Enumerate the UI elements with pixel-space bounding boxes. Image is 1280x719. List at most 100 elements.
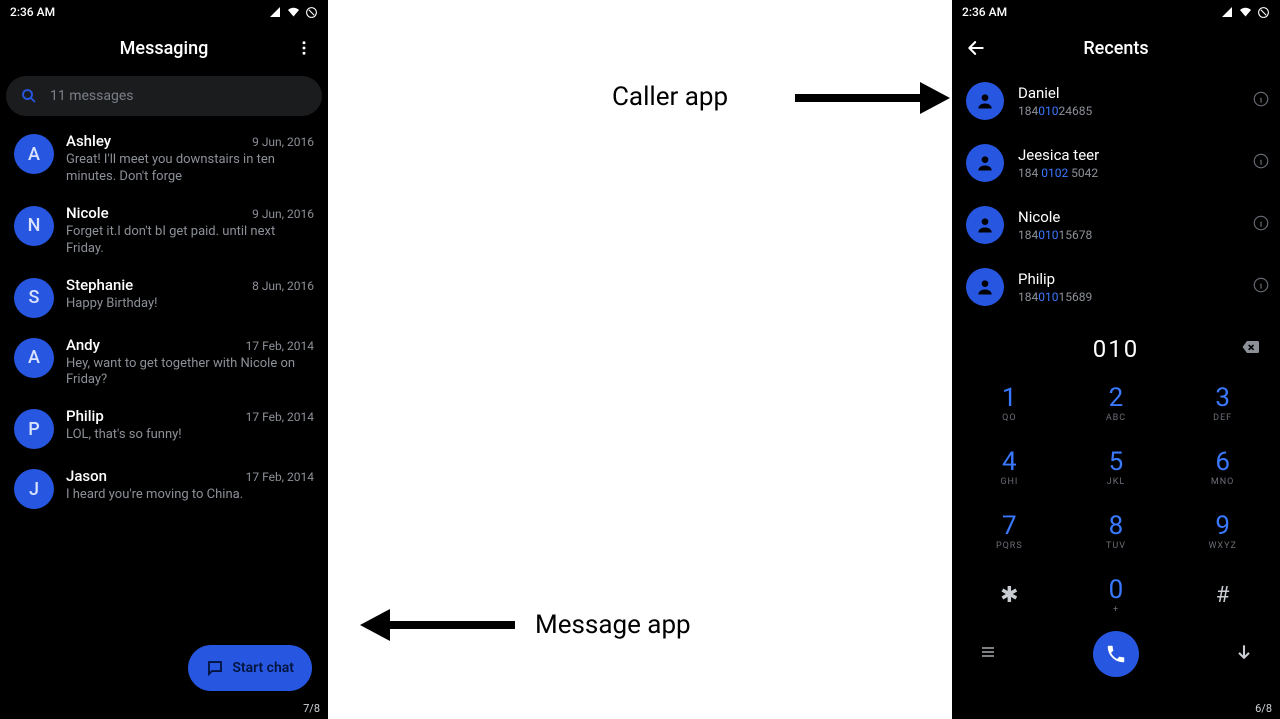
phone-icon <box>1105 643 1127 665</box>
status-icons <box>1220 6 1270 19</box>
key-letters: + <box>1113 605 1119 615</box>
caller-app-screenshot: 2:36 AM Recents Daniel18401024685 Jeesica… <box>952 0 1280 719</box>
messaging-app-bar: Messaging <box>0 24 328 72</box>
message-body: Nicole9 Jun, 2016Forget it.I don't bI ge… <box>66 204 314 258</box>
keypad-key-#[interactable]: # <box>1169 564 1276 628</box>
dialer-bottom-bar <box>952 628 1280 690</box>
message-date: 8 Jun, 2016 <box>252 279 314 293</box>
message-date: 17 Feb, 2014 <box>246 339 314 353</box>
key-digit: 5 <box>1109 449 1124 475</box>
contact-name: Philip <box>66 407 104 425</box>
arrow-back-icon <box>966 38 986 58</box>
contact-text: Philip 18401015689 <box>1018 270 1238 304</box>
key-letters: DEF <box>1213 413 1232 423</box>
avatar <box>966 206 1004 244</box>
recent-contact[interactable]: Philip 18401015689 <box>952 258 1280 320</box>
person-icon <box>975 153 995 173</box>
message-body: Stephanie8 Jun, 2016Happy Birthday! <box>66 276 314 313</box>
key-letters: TUV <box>1106 541 1126 551</box>
key-letters: JKL <box>1107 477 1125 487</box>
keypad-key-6[interactable]: 6MNO <box>1169 436 1276 500</box>
message-preview: Happy Birthday! <box>66 296 314 313</box>
caller-app-bar: Recents <box>952 24 1280 72</box>
keypad-key-9[interactable]: 9 WXYZ <box>1169 500 1276 564</box>
key-letters: WXYZ <box>1208 541 1236 551</box>
key-digit: # <box>1216 585 1230 607</box>
collapse-keypad-button[interactable] <box>1234 642 1254 666</box>
message-thread[interactable]: A Andy17 Feb, 2014Hey, want to get togeth… <box>0 328 328 400</box>
avatar: J <box>14 469 54 509</box>
message-thread[interactable]: NNicole9 Jun, 2016Forget it.I don't bI g… <box>0 196 328 268</box>
contact-number: 184 0102 5042 <box>1018 166 1238 180</box>
status-icons <box>268 6 318 19</box>
more-options-button[interactable] <box>288 32 320 64</box>
recent-contact[interactable]: Nicole18401015678 <box>952 196 1280 258</box>
key-letters: MNO <box>1211 477 1234 487</box>
backspace-icon <box>1238 338 1262 356</box>
contact-text: Jeesica teer 184 0102 5042 <box>1018 146 1238 180</box>
status-bar: 2:36 AM <box>0 0 328 24</box>
message-date: 9 Jun, 2016 <box>252 135 314 149</box>
more-vert-icon <box>295 39 313 57</box>
contact-number: 18401015678 <box>1018 228 1238 242</box>
recent-contact[interactable]: Jeesica teer 184 0102 5042 <box>952 134 1280 196</box>
info-icon <box>1252 152 1270 170</box>
keypad-key-✱[interactable]: ✱ <box>956 564 1063 628</box>
message-thread[interactable]: PPhilip17 Feb, 2014LOL, that's so funny! <box>0 399 328 459</box>
message-thread[interactable]: AAshley9 Jun, 2016Great! I'll meet you d… <box>0 124 328 196</box>
keypad-key-7[interactable]: 7PQRS <box>956 500 1063 564</box>
info-button[interactable] <box>1252 90 1270 112</box>
backspace-button[interactable] <box>1238 338 1262 360</box>
keypad-key-3[interactable]: 3 DEF <box>1169 372 1276 436</box>
key-digit: 3 <box>1215 385 1230 411</box>
message-date: 17 Feb, 2014 <box>246 470 314 484</box>
search-icon <box>20 87 38 105</box>
status-time: 2:36 AM <box>962 5 1007 19</box>
message-date: 9 Jun, 2016 <box>252 207 314 221</box>
contact-name: Jeesica teer <box>1018 146 1238 164</box>
call-button[interactable] <box>1093 631 1139 677</box>
search-input[interactable]: 11 messages <box>6 76 322 116</box>
key-digit: 2 <box>1109 385 1124 411</box>
key-digit: 8 <box>1109 513 1124 539</box>
key-digit: 9 <box>1215 513 1230 539</box>
keypad-key-1[interactable]: 1QO <box>956 372 1063 436</box>
message-thread[interactable]: SStephanie8 Jun, 2016Happy Birthday! <box>0 268 328 328</box>
key-digit: 7 <box>1002 513 1017 539</box>
key-digit: 4 <box>1002 449 1017 475</box>
start-chat-button[interactable]: Start chat <box>188 645 312 691</box>
contact-text: Daniel18401024685 <box>1018 84 1238 118</box>
search-placeholder: 11 messages <box>50 88 134 104</box>
contact-name: Philip <box>1018 270 1238 288</box>
message-app-label: Message app <box>535 610 691 640</box>
avatar: S <box>14 278 54 318</box>
message-body: Andy17 Feb, 2014Hey, want to get togethe… <box>66 336 314 390</box>
recent-contact[interactable]: Daniel18401024685 <box>952 72 1280 134</box>
message-body: Ashley9 Jun, 2016Great! I'll meet you do… <box>66 132 314 186</box>
avatar: A <box>14 338 54 378</box>
key-digit: ✱ <box>1000 585 1018 607</box>
avatar <box>966 268 1004 306</box>
dial-display: 010 <box>952 326 1280 372</box>
info-button[interactable] <box>1252 152 1270 174</box>
keypad-key-5[interactable]: 5 JKL <box>1063 436 1170 500</box>
keypad-key-4[interactable]: 4GHI <box>956 436 1063 500</box>
back-button[interactable] <box>960 32 992 64</box>
info-button[interactable] <box>1252 276 1270 298</box>
status-time: 2:36 AM <box>10 5 55 19</box>
signal-icon <box>268 6 282 18</box>
info-button[interactable] <box>1252 214 1270 236</box>
message-thread[interactable]: JJason17 Feb, 2014I heard you're moving … <box>0 459 328 519</box>
dialed-number: 010 <box>1093 335 1139 363</box>
keypad-key-0[interactable]: 0+ <box>1063 564 1170 628</box>
recents-title: Recents <box>1083 38 1148 59</box>
signal-icon <box>1220 6 1234 18</box>
keypad-key-8[interactable]: 8 TUV <box>1063 500 1170 564</box>
key-digit: 0 <box>1109 577 1124 603</box>
dialpad-icon <box>978 644 998 660</box>
contact-number: 18401015689 <box>1018 290 1238 304</box>
message-preview: Forget it.I don't bI get paid. until nex… <box>66 224 314 258</box>
keypad-key-2[interactable]: 2 ABC <box>1063 372 1170 436</box>
key-letters: ABC <box>1106 413 1126 423</box>
open-dialpad-button[interactable] <box>978 644 998 664</box>
